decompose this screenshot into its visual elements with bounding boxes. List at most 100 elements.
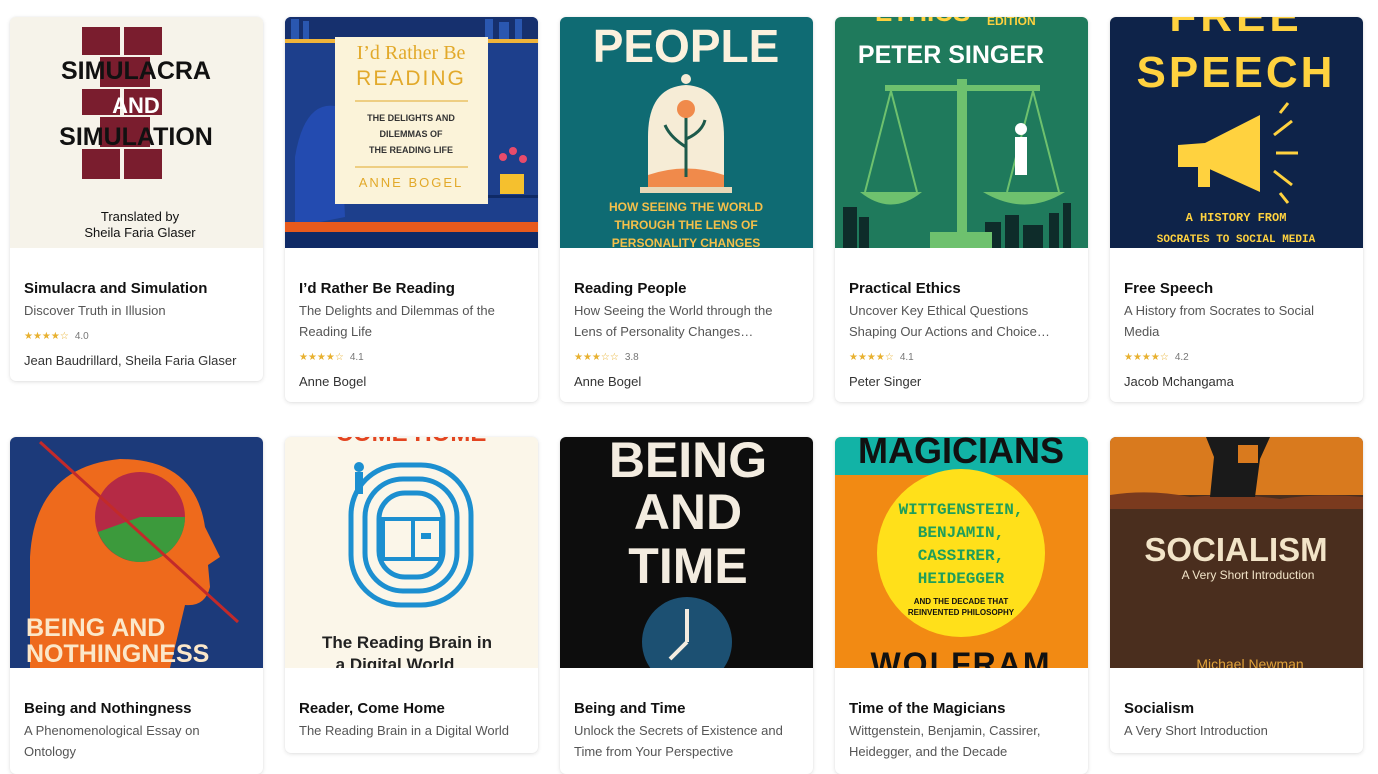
book-cover[interactable]: COME HOME The Reading Brain in a Digital…: [285, 437, 538, 668]
cover-subtitle: HOW SEEING THE WORLD: [609, 200, 763, 214]
rating-value: 4.1: [899, 351, 914, 363]
rating-value: 4.2: [1174, 351, 1189, 363]
book-title[interactable]: Practical Ethics: [849, 280, 1074, 298]
book-cover[interactable]: SIMULACRA AND SIMULATION Translated by S…: [10, 17, 263, 248]
star-rating-icon: ★★★★☆: [299, 351, 344, 363]
star-rating-icon: ★★★★☆: [849, 351, 894, 363]
book-subtitle: A Very Short Introduction: [1124, 723, 1268, 738]
book-card[interactable]: ETHICS EDITION PETER SINGER Practical Et…: [835, 17, 1088, 402]
book-cover[interactable]: BEING AND NOTHINGNESS: [10, 437, 263, 668]
book-subtitle: Uncover Key Ethical Questions Shaping Ou…: [849, 303, 1050, 339]
cover-subtitle: A HISTORY FROM: [1186, 211, 1287, 225]
book-author: Jean Baudrillard, Sheila Faria Glaser: [24, 353, 237, 368]
book-subtitle: A Phenomenological Essay on Ontology: [24, 723, 200, 759]
book-subtitle: How Seeing the World through the Lens of…: [574, 303, 773, 339]
rating-value: 4.1: [349, 351, 364, 363]
cover-top-text: MAGICIANS: [858, 437, 1064, 471]
book-author: Jacob Mchangama: [1124, 374, 1234, 389]
cover-title-line: BEING AND: [26, 614, 165, 642]
book-cover[interactable]: MAGICIANS WITTGENSTEIN, BENJAMIN, CASSIR…: [835, 437, 1088, 668]
book-card[interactable]: FREE SPEECH A HISTORY FROM SOCRATES TO S…: [1110, 17, 1363, 402]
book-card[interactable]: PEOPLE HOW SEEING THE WORLD THROUGH THE …: [560, 17, 813, 402]
book-title[interactable]: Time of the Magicians: [849, 700, 1074, 718]
cover-title-line: AND: [634, 484, 742, 540]
cover-subtitle: THROUGH THE LENS OF: [614, 218, 757, 232]
book-card[interactable]: BEING AND TIME Being and Time Unlock the…: [560, 437, 813, 774]
book-card[interactable]: SIMULACRA AND SIMULATION Translated by S…: [10, 17, 263, 381]
book-subtitle: The Reading Brain in a Digital World: [299, 723, 510, 738]
cover-title-line: a Digital World: [336, 655, 455, 668]
book-cover[interactable]: FREE SPEECH A HISTORY FROM SOCRATES TO S…: [1110, 17, 1363, 248]
cover-title-line: I’d Rather Be: [357, 42, 466, 64]
cover-subtitle: AND THE DECADE THAT: [914, 597, 1009, 606]
book-title[interactable]: Being and Time: [574, 700, 799, 718]
book-subtitle: The Delights and Dilemmas of the Reading…: [299, 303, 495, 339]
cover-author: PETER SINGER: [858, 41, 1044, 69]
cover-title-line: BEING: [609, 437, 767, 488]
cover-title-line: SPEECH: [1137, 48, 1336, 97]
book-grid: SIMULACRA AND SIMULATION Translated by S…: [0, 0, 1378, 774]
book-cover[interactable]: I’d Rather Be READING THE DELIGHTS AND D…: [285, 17, 538, 248]
cover-top-text: COME HOME: [336, 437, 487, 447]
book-title[interactable]: Being and Nothingness: [24, 700, 249, 718]
book-title[interactable]: Simulacra and Simulation: [24, 280, 249, 298]
cover-title-line: SIMULACRA: [61, 57, 211, 85]
rating-value: 3.8: [624, 351, 639, 363]
rating: ★★★☆☆ 3.8: [574, 350, 799, 364]
book-title[interactable]: I’d Rather Be Reading: [299, 280, 524, 298]
cover-title-line: AND: [112, 93, 160, 118]
book-title[interactable]: Reader, Come Home: [299, 700, 524, 718]
cover-edition: EDITION: [987, 17, 1036, 28]
cover-author: WOLFRAM: [870, 646, 1051, 668]
star-rating-icon: ★★★★☆: [1124, 351, 1169, 363]
cover-subtitle: REINVENTED PHILOSOPHY: [908, 608, 1015, 617]
cover-subtitle: THE DELIGHTS AND: [367, 113, 455, 123]
cover-credit: Translated by: [101, 209, 180, 224]
book-cover[interactable]: PEOPLE HOW SEEING THE WORLD THROUGH THE …: [560, 17, 813, 248]
cover-title-line: The Reading Brain in: [322, 633, 492, 652]
book-subtitle: Discover Truth in Illusion: [24, 303, 166, 318]
cover-title-line: HEIDEGGER: [918, 570, 1005, 588]
book-card[interactable]: MAGICIANS WITTGENSTEIN, BENJAMIN, CASSIR…: [835, 437, 1088, 774]
book-title[interactable]: Socialism: [1124, 700, 1349, 718]
book-cover[interactable]: ETHICS EDITION PETER SINGER: [835, 17, 1088, 248]
cover-subtitle: PERSONALITY CHANGES: [612, 236, 760, 248]
book-cover[interactable]: SOCIALISM A Very Short Introduction Mich…: [1110, 437, 1363, 668]
cover-title-line: READING: [356, 67, 466, 90]
book-title[interactable]: Reading People: [574, 280, 799, 298]
cover-title-line: WITTGENSTEIN,: [899, 501, 1024, 519]
cover-top-text: FREE: [1169, 17, 1302, 41]
book-title[interactable]: Free Speech: [1124, 280, 1349, 298]
book-card[interactable]: I’d Rather Be READING THE DELIGHTS AND D…: [285, 17, 538, 402]
book-subtitle: Wittgenstein, Benjamin, Cassirer, Heideg…: [849, 723, 1041, 759]
cover-title-line: BENJAMIN,: [918, 524, 1004, 542]
cover-title-line: PEOPLE: [593, 20, 780, 72]
cover-title-line: SIMULATION: [59, 123, 213, 151]
cover-author: ANNE BOGEL: [359, 175, 464, 190]
book-subtitle: Unlock the Secrets of Existence and Time…: [574, 723, 783, 759]
book-card[interactable]: SOCIALISM A Very Short Introduction Mich…: [1110, 437, 1363, 753]
star-rating-icon: ★★★☆☆: [574, 351, 619, 363]
rating: ★★★★☆ 4.1: [849, 350, 1074, 364]
cover-subtitle: DILEMMAS OF: [380, 129, 443, 139]
cover-title-line: CASSIRER,: [918, 547, 1004, 565]
book-author: Anne Bogel: [299, 374, 367, 389]
book-cover[interactable]: BEING AND TIME: [560, 437, 813, 668]
cover-title-line: SOCIALISM: [1144, 531, 1327, 568]
book-author: Peter Singer: [849, 374, 922, 389]
book-author: Anne Bogel: [574, 374, 642, 389]
cover-subtitle: SOCRATES TO SOCIAL MEDIA: [1157, 234, 1316, 246]
book-subtitle: A History from Socrates to Social Media: [1124, 303, 1315, 339]
cover-author: Michael Newman: [1196, 656, 1303, 668]
cover-subtitle: THE READING LIFE: [369, 145, 453, 155]
cover-title-line: NOTHINGNESS: [26, 640, 209, 668]
cover-subtitle: A Very Short Introduction: [1182, 568, 1315, 582]
rating-value: 4.0: [74, 330, 89, 342]
book-card[interactable]: COME HOME The Reading Brain in a Digital…: [285, 437, 538, 753]
book-card[interactable]: BEING AND NOTHINGNESS Being and Nothingn…: [10, 437, 263, 774]
rating: ★★★★☆ 4.2: [1124, 350, 1349, 364]
cover-credit: Sheila Faria Glaser: [84, 225, 196, 240]
cover-top-text: ETHICS: [875, 17, 970, 27]
rating: ★★★★☆ 4.1: [299, 350, 524, 364]
cover-title-line: TIME: [628, 538, 747, 594]
